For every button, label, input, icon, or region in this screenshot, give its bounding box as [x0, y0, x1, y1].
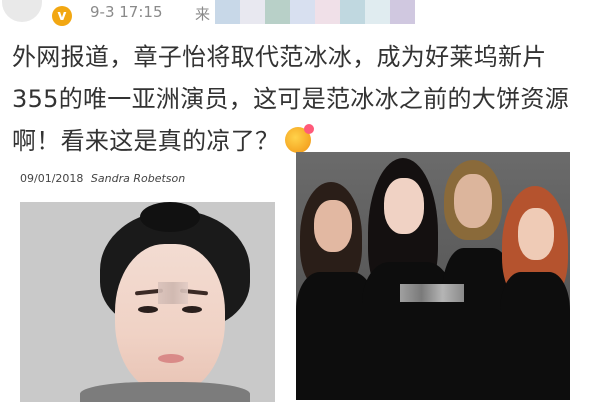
group-person-2-body: [362, 262, 454, 400]
photo-blur-patch: [158, 282, 188, 304]
group-person-4-face: [518, 208, 554, 260]
photo-hair-bun: [140, 202, 200, 232]
portrait-photo: [20, 202, 275, 402]
photo-left-eye: [138, 306, 158, 313]
group-photo[interactable]: [296, 152, 570, 400]
caption-author: Sandra Robetson: [90, 172, 186, 185]
post-source: 来: [195, 5, 211, 23]
avatar[interactable]: [2, 0, 42, 22]
mosaic-cell: [290, 0, 315, 24]
mosaic-cell: [215, 0, 240, 24]
post-timestamp: 9-3 17:15: [90, 3, 163, 21]
group-person-3-face: [454, 174, 492, 228]
mosaic-cell: [390, 0, 415, 24]
group-person-1-face: [314, 200, 352, 252]
post-text: 外网报道，章子怡将取代范冰冰，成为好莱坞新片355的唯一亚洲演员，这可是范冰冰之…: [12, 36, 582, 162]
mosaic-cell: [240, 0, 265, 24]
mosaic-cell: [315, 0, 340, 24]
mosaic-cell: [265, 0, 290, 24]
mosaic-cell: [340, 0, 365, 24]
photo-lips: [158, 354, 184, 363]
left-image-card[interactable]: 09/01/2018 Sandra Robetson: [12, 160, 280, 402]
blurred-source-mosaic: [215, 0, 415, 24]
photo-fur-collar: [80, 382, 250, 402]
group-photo-blur-patch: [400, 284, 464, 302]
group-person-4-body: [500, 272, 570, 400]
photo-face: [115, 244, 225, 394]
kiss-face-emoji-icon: [285, 124, 315, 153]
caption-date: 09/01/2018: [20, 172, 84, 185]
photo-right-eye: [182, 306, 202, 313]
image-caption: 09/01/2018 Sandra Robetson: [20, 172, 185, 185]
verified-badge-icon: v: [52, 6, 72, 26]
mosaic-cell: [365, 0, 390, 24]
group-person-2-face: [384, 178, 424, 234]
